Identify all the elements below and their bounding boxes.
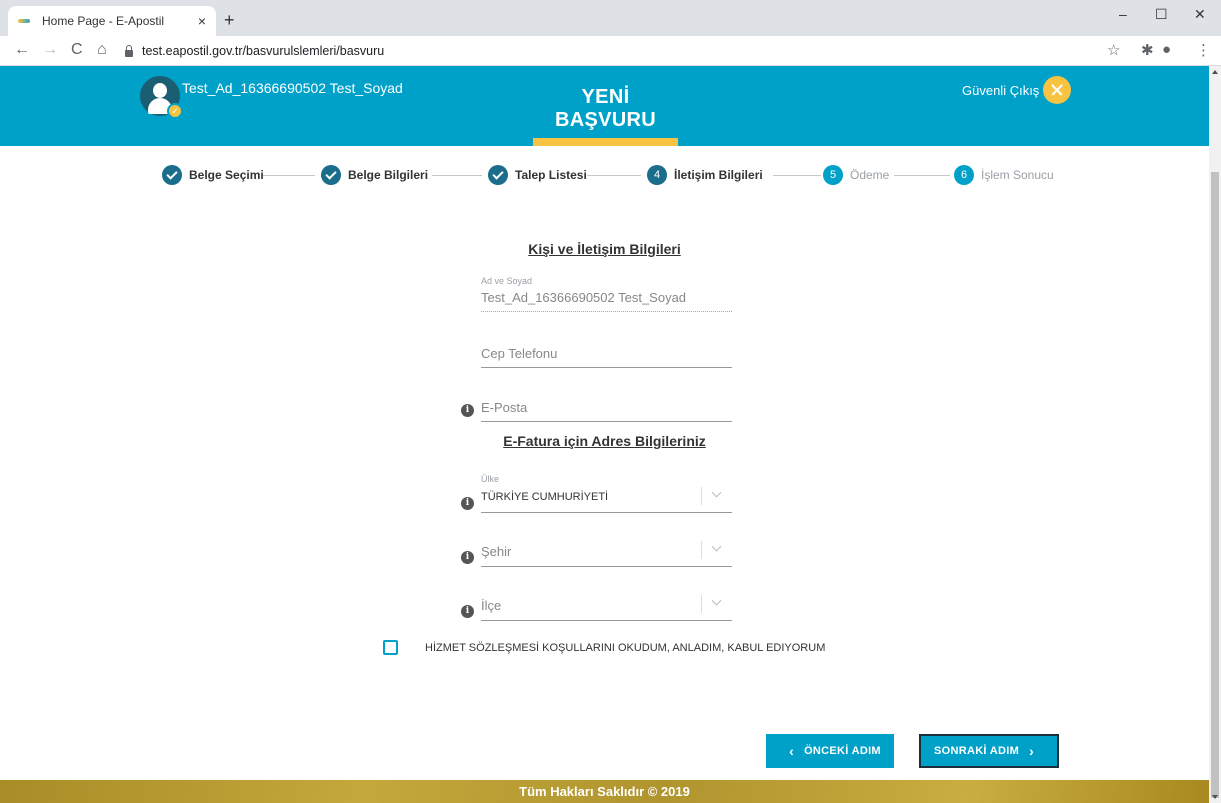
step-belge-bilgileri[interactable]: Belge Bilgileri (321, 165, 428, 185)
minimize-button[interactable]: – (1119, 6, 1127, 22)
logout-button[interactable]: Güvenli Çıkış (962, 76, 1072, 104)
city-placeholder: Şehir (481, 544, 512, 559)
user-info: ✓ Test_Ad_16366690502 Test_Soyad (140, 76, 403, 119)
step-connector (432, 175, 482, 176)
agreement-label[interactable]: HİZMET SÖZLEŞMESİ KOŞULLARINI OKUDUM, AN… (425, 642, 825, 654)
scroll-down-icon[interactable] (1212, 795, 1218, 799)
agreement-row: HİZMET SÖZLEŞMESİ KOŞULLARINI OKUDUM, AN… (383, 640, 825, 655)
step-label: Ödeme (850, 168, 890, 182)
back-arrow-icon[interactable]: ← (14, 41, 30, 59)
close-icon[interactable] (1043, 76, 1072, 104)
step-number: 5 (823, 165, 843, 185)
info-icon[interactable]: i (461, 551, 474, 564)
footer-text: Tüm Hakları Saklıdır © 2019 (519, 784, 690, 799)
browser-toolbar: ← → C ⌂ test.eapostil.gov.tr/basvurulsle… (0, 36, 1221, 66)
address-bar[interactable]: test.eapostil.gov.tr/basvurulslemleri/ba… (124, 39, 1134, 63)
tab-title: Home Page - E-Apostil (42, 14, 165, 28)
select-separator (701, 487, 702, 505)
step-label: Talep Listesi (515, 168, 587, 182)
chevron-down-icon[interactable] (711, 595, 722, 606)
step-odeme[interactable]: 5 Ödeme (823, 165, 889, 185)
avatar: ✓ (140, 76, 183, 119)
name-value: Test_Ad_16366690502 Test_Soyad (481, 290, 732, 312)
step-iletisim-bilgileri[interactable]: 4 İletişim Bilgileri (647, 165, 763, 185)
select-separator (701, 595, 702, 613)
next-step-button[interactable]: SONRAKİ ADIM › (919, 734, 1059, 768)
phone-input[interactable]: Cep Telefonu (481, 346, 732, 368)
district-select[interactable]: İlçe (481, 595, 732, 621)
chevron-right-icon: › (1029, 743, 1035, 759)
page-content: ✓ Test_Ad_16366690502 Test_Soyad YENİ BA… (0, 66, 1209, 803)
agreement-checkbox[interactable] (383, 640, 398, 655)
scroll-up-icon[interactable] (1212, 70, 1218, 74)
step-label: İletişim Bilgileri (674, 168, 763, 182)
phone-field[interactable]: Cep Telefonu (481, 346, 732, 368)
district-placeholder: İlçe (481, 598, 502, 613)
tab-close-icon[interactable]: × (198, 13, 206, 29)
info-icon[interactable]: i (461, 497, 474, 510)
address-section-title: E-Fatura için Adres Bilgileriniz (503, 433, 706, 449)
step-connector (263, 175, 315, 176)
page-title: YENİ BAŞVURU (555, 86, 656, 131)
logout-label: Güvenli Çıkış (962, 82, 1040, 98)
user-name: Test_Ad_16366690502 Test_Soyad (182, 80, 403, 96)
next-step-label: SONRAKİ ADIM (933, 745, 1020, 757)
previous-step-button[interactable]: ‹ ÖNCEKİ ADIM (766, 734, 894, 768)
chevron-down-icon[interactable] (711, 541, 722, 552)
step-talep-listesi[interactable]: Talep Listesi (488, 165, 587, 185)
bookmark-star-icon[interactable]: ☆ (1107, 41, 1120, 59)
home-icon[interactable]: ⌂ (97, 41, 107, 59)
browser-tab-strip: Home Page - E-Apostil × + – ☐ ✕ (0, 0, 1221, 36)
check-icon (162, 165, 182, 185)
reload-icon[interactable]: C (71, 41, 83, 59)
step-connector (894, 175, 950, 176)
close-window-button[interactable]: ✕ (1194, 6, 1206, 23)
step-label: Belge Bilgileri (348, 168, 429, 182)
chevron-left-icon: ‹ (789, 743, 795, 759)
extensions-icon[interactable]: ✱ (1141, 41, 1154, 59)
chevron-down-icon[interactable] (711, 487, 722, 498)
country-value: TÜRKİYE CUMHURİYETİ (481, 491, 609, 503)
city-select[interactable]: Şehir (481, 541, 732, 567)
step-belge-secimi[interactable]: Belge Seçimi (162, 165, 264, 185)
profile-icon[interactable]: ● (1162, 41, 1171, 58)
url-text: test.eapostil.gov.tr/basvurulslemleri/ba… (142, 44, 385, 58)
step-label: İşlem Sonucu (981, 168, 1054, 182)
email-input[interactable]: E-Posta (481, 400, 732, 422)
check-icon (488, 165, 508, 185)
step-number: 6 (954, 165, 974, 185)
contact-section-title: Kişi ve İletişim Bilgileri (528, 241, 681, 257)
lock-icon[interactable] (124, 45, 134, 57)
step-label: Belge Seçimi (189, 168, 264, 182)
header-bar: ✓ Test_Ad_16366690502 Test_Soyad YENİ BA… (0, 66, 1209, 146)
check-icon (321, 165, 341, 185)
previous-step-label: ÖNCEKİ ADIM (804, 745, 881, 757)
menu-icon[interactable]: ⋮ (1196, 41, 1211, 59)
name-field: Ad ve Soyad Test_Ad_16366690502 Test_Soy… (481, 276, 732, 312)
info-icon[interactable]: i (461, 605, 474, 618)
favicon-icon (18, 16, 34, 26)
country-select[interactable]: TÜRKİYE CUMHURİYETİ (481, 487, 732, 513)
browser-tab[interactable]: Home Page - E-Apostil × (8, 6, 216, 36)
new-tab-button[interactable]: + (224, 10, 235, 31)
select-separator (701, 541, 702, 559)
step-connector (773, 175, 821, 176)
name-label: Ad ve Soyad (481, 276, 533, 286)
page-scrollbar[interactable] (1209, 66, 1221, 803)
progress-stepper: Belge Seçimi Belge Bilgileri Talep Liste… (162, 165, 1062, 187)
verified-check-icon: ✓ (167, 103, 183, 119)
step-number: 4 (647, 165, 667, 185)
info-icon[interactable]: i (461, 404, 474, 417)
footer: Tüm Hakları Saklıdır © 2019 (0, 780, 1209, 803)
scrollbar-thumb[interactable] (1211, 172, 1219, 798)
step-islem-sonucu[interactable]: 6 İşlem Sonucu (954, 165, 1054, 185)
title-underline (533, 138, 678, 146)
email-field[interactable]: E-Posta (481, 400, 732, 422)
maximize-button[interactable]: ☐ (1155, 6, 1168, 23)
step-connector (587, 175, 641, 176)
country-label: Ülke (481, 474, 500, 484)
forward-arrow-icon[interactable]: → (42, 41, 58, 59)
